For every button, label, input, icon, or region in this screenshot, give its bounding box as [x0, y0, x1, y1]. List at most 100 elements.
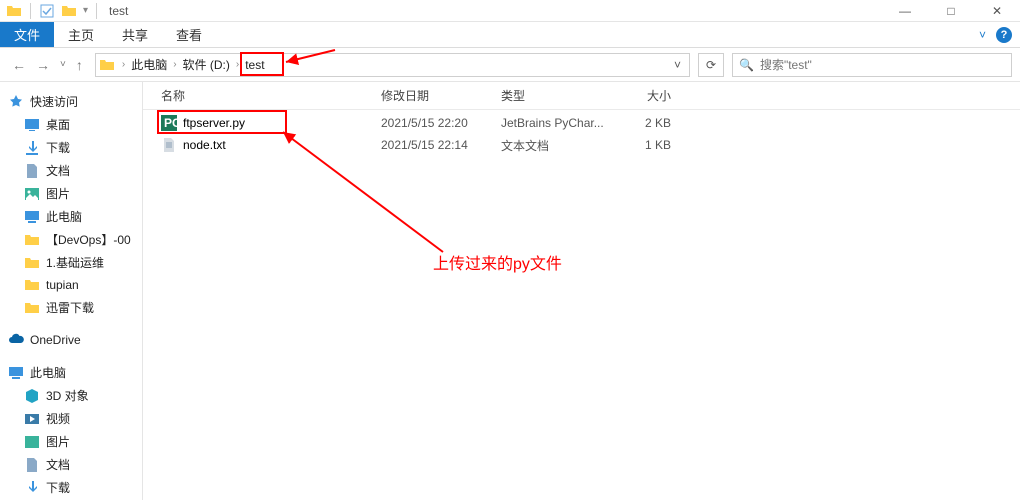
sidebar-quick-access[interactable]: 快速访问 — [0, 90, 142, 113]
pc-icon — [8, 365, 24, 381]
breadcrumb-sep: › — [234, 59, 241, 70]
sidebar-item-label: 文档 — [46, 456, 70, 473]
file-type: JetBrains PyChar... — [501, 116, 611, 130]
breadcrumb-sep: › — [120, 59, 127, 70]
sidebar-item-label: 桌面 — [46, 116, 70, 133]
desktop-icon — [24, 117, 40, 133]
folder-icon — [24, 277, 40, 293]
search-input[interactable] — [760, 58, 1005, 72]
cloud-icon — [8, 332, 24, 348]
ribbon-expand-icon[interactable]: ˅ — [979, 28, 986, 42]
maximize-button[interactable]: □ — [928, 0, 974, 22]
document-icon — [24, 457, 40, 473]
sidebar-item-downloads[interactable]: 下载 — [0, 476, 142, 499]
navigation-bar: ← → ˅ ↑ › 此电脑 › 软件 (D:) › test ˅ ⟳ 🔍 — [0, 48, 1020, 82]
qat-dropdown-icon[interactable]: ▾ — [83, 5, 88, 16]
sidebar-item-videos[interactable]: 视频 — [0, 407, 142, 430]
sidebar-item-3d[interactable]: 3D 对象 — [0, 384, 142, 407]
svg-text:PC: PC — [164, 116, 177, 130]
address-dropdown-icon[interactable]: ˅ — [668, 58, 687, 72]
picture-icon — [24, 186, 40, 202]
sidebar-item-label: 此电脑 — [30, 364, 66, 381]
sidebar-item-folder[interactable]: tupian — [0, 274, 142, 296]
file-icon — [161, 137, 177, 153]
sidebar-item-thispc[interactable]: 此电脑 — [0, 205, 142, 228]
back-button[interactable]: ← — [12, 57, 26, 73]
help-icon[interactable]: ? — [996, 27, 1012, 43]
sidebar-onedrive[interactable]: OneDrive — [0, 329, 142, 351]
sidebar-item-folder[interactable]: 【DevOps】-00 — [0, 228, 142, 251]
breadcrumb-sep: › — [171, 59, 178, 70]
sidebar-item-label: 【DevOps】-00 — [46, 231, 131, 248]
file-type: 文本文档 — [501, 137, 611, 154]
table-row[interactable]: node.txt 2021/5/15 22:14文本文档1 KB — [143, 134, 1020, 156]
sidebar-item-pictures[interactable]: 图片 — [0, 182, 142, 205]
breadcrumb-item[interactable]: test — [241, 54, 268, 76]
refresh-button[interactable]: ⟳ — [698, 53, 724, 77]
column-headers[interactable]: 名称 修改日期 类型 大小 — [143, 82, 1020, 110]
up-button[interactable]: ↑ — [76, 57, 83, 73]
sidebar-item-pictures[interactable]: 图片 — [0, 430, 142, 453]
file-list-pane: 名称 修改日期 类型 大小 PC ftpserver.py 2021/5/15 22… — [143, 82, 1020, 500]
sidebar-item-label: 快速访问 — [30, 93, 78, 110]
document-icon — [24, 163, 40, 179]
video-icon — [24, 411, 40, 427]
annotation-label: 上传过来的py文件 — [433, 250, 562, 274]
folder-icon — [6, 3, 22, 19]
nav-buttons: ← → ˅ ↑ — [8, 57, 87, 73]
file-name: node.txt — [183, 138, 226, 152]
search-icon: 🔍 — [739, 58, 754, 72]
sidebar-item-folder[interactable]: 1.基础运维 — [0, 251, 142, 274]
sidebar-item-label: OneDrive — [30, 333, 81, 347]
sidebar-item-label: 1.基础运维 — [46, 254, 104, 271]
search-box[interactable]: 🔍 — [732, 53, 1012, 77]
window-title: test — [109, 4, 128, 18]
close-button[interactable]: ✕ — [974, 0, 1020, 22]
download-icon — [24, 140, 40, 156]
sidebar-item-downloads[interactable]: 下载 — [0, 136, 142, 159]
sidebar-item-label: 文档 — [46, 162, 70, 179]
breadcrumb-item[interactable]: 软件 (D:) — [179, 54, 234, 76]
picture-icon — [24, 434, 40, 450]
column-type[interactable]: 类型 — [501, 87, 611, 104]
sidebar-item-label: 下载 — [46, 139, 70, 156]
file-size: 1 KB — [611, 138, 671, 152]
sidebar-thispc-head[interactable]: 此电脑 — [0, 361, 142, 384]
recent-locations-icon[interactable]: ˅ — [60, 59, 66, 70]
sidebar-item-documents[interactable]: 文档 — [0, 159, 142, 182]
file-date: 2021/5/15 22:14 — [381, 138, 501, 152]
breadcrumb-item[interactable]: 此电脑 — [127, 54, 171, 76]
quick-access-toolbar: ▾ test — [0, 3, 134, 19]
tab-view[interactable]: 查看 — [162, 22, 216, 47]
minimize-button[interactable]: — — [882, 0, 928, 22]
file-icon: PC — [161, 115, 177, 131]
sidebar[interactable]: 快速访问 桌面 下载 文档 图片 此电脑 【DevOps】-00 1.基础运维 … — [0, 82, 143, 500]
checkbox-icon[interactable] — [39, 3, 55, 19]
star-icon — [8, 94, 24, 110]
ribbon: 文件 主页 共享 查看 ˅ ? — [0, 22, 1020, 48]
tab-home[interactable]: 主页 — [54, 22, 108, 47]
cube-icon — [24, 388, 40, 404]
forward-button[interactable]: → — [36, 57, 50, 73]
sidebar-item-desktop[interactable]: 桌面 — [0, 113, 142, 136]
column-name[interactable]: 名称 — [161, 87, 381, 104]
address-bar[interactable]: › 此电脑 › 软件 (D:) › test ˅ — [95, 53, 690, 77]
download-icon — [24, 480, 40, 496]
file-tab[interactable]: 文件 — [0, 22, 54, 47]
sidebar-item-label: 迅雷下载 — [46, 299, 94, 316]
pc-icon — [24, 209, 40, 225]
tab-share[interactable]: 共享 — [108, 22, 162, 47]
folder-icon — [24, 300, 40, 316]
sidebar-item-folder[interactable]: 迅雷下载 — [0, 296, 142, 319]
column-size[interactable]: 大小 — [611, 87, 671, 104]
title-bar: ▾ test — □ ✕ — [0, 0, 1020, 22]
separator — [96, 3, 97, 19]
sidebar-item-label: 图片 — [46, 433, 70, 450]
sidebar-item-label: 视频 — [46, 410, 70, 427]
sidebar-item-documents[interactable]: 文档 — [0, 453, 142, 476]
file-name: ftpserver.py — [183, 116, 245, 130]
sidebar-item-label: 图片 — [46, 185, 70, 202]
folder-icon[interactable] — [61, 3, 77, 19]
table-row[interactable]: PCftpserver.py2021/5/15 22:20JetBrains P… — [143, 112, 1020, 134]
column-date[interactable]: 修改日期 — [381, 87, 501, 104]
